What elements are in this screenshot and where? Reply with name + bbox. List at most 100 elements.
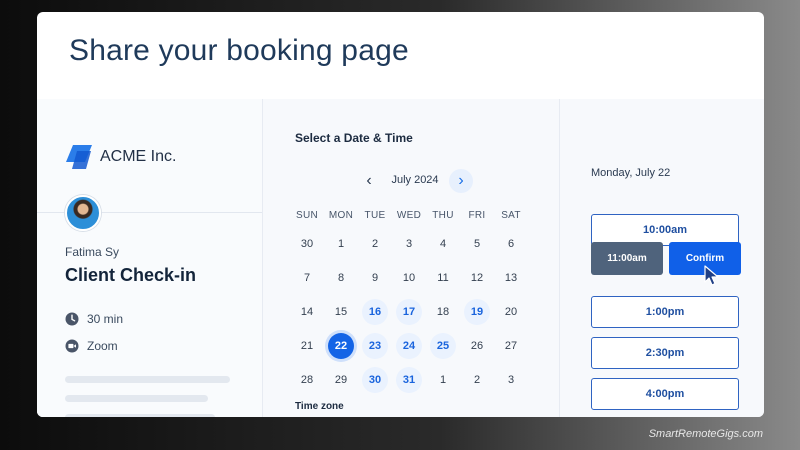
calendar-day: 3 [392,227,426,261]
calendar-day-number: 23 [362,333,388,359]
weekday-label: SAT [501,210,521,221]
calendar-day-number: 9 [371,272,379,284]
calendar-day-number: 15 [334,306,348,318]
calendar-day: 30 [290,227,324,261]
selected-time-slot[interactable]: 11:00am [591,242,663,275]
booking-widget: ACME Inc. Fatima Sy Client Check-in 30 m… [37,99,764,417]
calendar-day-number: 8 [337,272,345,284]
calendar-day[interactable]: 24 [392,329,426,363]
weekday-label: SUN [295,210,318,221]
calendar-day: 6 [494,227,528,261]
calendar-day-number: 17 [396,299,422,325]
calendar-day: 9 [358,261,392,295]
calendar-day: 26 [460,329,494,363]
calendar-day-number: 1 [439,374,447,386]
calendar-day: 20 [494,295,528,329]
calendar-day: 13 [494,261,528,295]
calendar-day-selected[interactable]: 22 [324,329,358,363]
calendar-day-number: 31 [396,367,422,393]
time-slot-button[interactable]: 2:30pm [591,337,739,369]
calendar-day-number: 28 [300,374,314,386]
weekday-header: SUN MON TUE WED THU FRI SAT [290,210,528,221]
page-title: Share your booking page [69,34,409,67]
calendar-day[interactable]: 30 [358,363,392,397]
calendar-day: 12 [460,261,494,295]
prev-month-button[interactable]: ‹ [357,169,381,193]
weekday-label: THU [432,210,454,221]
weekday-label: MON [328,210,354,221]
calendar-day-number: 20 [504,306,518,318]
calendar-day: 15 [324,295,358,329]
calendar-day-number: 25 [430,333,456,359]
calendar-day: 3 [494,363,528,397]
duration-text: 30 min [87,312,124,326]
calendar-day-number: 29 [334,374,348,386]
calendar-day-number: 1 [337,238,345,250]
calendar-day-number: 26 [470,340,484,352]
calendar-day: 1 [426,363,460,397]
time-slot-button[interactable]: 4:00pm [591,378,739,410]
placeholder-line [65,395,208,402]
calendar-day[interactable]: 19 [460,295,494,329]
host-name: Fatima Sy [65,245,120,259]
calendar-day-number: 3 [405,238,413,250]
calendar-day: 5 [460,227,494,261]
date-picker-panel: Select a Date & Time ‹ July 2024 › SUN MO… [263,99,560,417]
location-text: Zoom [87,339,118,353]
calendar-day: 21 [290,329,324,363]
calendar-day[interactable]: 23 [358,329,392,363]
event-details-panel: ACME Inc. Fatima Sy Client Check-in 30 m… [37,99,263,417]
chevron-right-icon: › [458,172,464,189]
calendar-day: 8 [324,261,358,295]
calendar-day: 27 [494,329,528,363]
duration-row: 30 min [65,312,123,326]
time-slot-button[interactable]: 1:00pm [591,296,739,328]
weekday-label: WED [396,210,422,221]
clock-icon [65,312,79,326]
next-month-button[interactable]: › [449,169,473,193]
calendar-day: 2 [460,363,494,397]
video-camera-icon [65,339,79,353]
placeholder-line [65,376,230,383]
calendar-day-number: 12 [470,272,484,284]
month-navigation: ‹ July 2024 › [295,167,519,195]
company-logo: ACME Inc. [65,144,176,170]
calendar-day: 7 [290,261,324,295]
location-row: Zoom [65,339,118,353]
section-title: Select a Date & Time [295,131,413,145]
calendar-day-number: 2 [473,374,481,386]
calendar-day-number: 27 [504,340,518,352]
calendar-day-number: 22 [328,333,354,359]
weekday-label: TUE [364,210,386,221]
calendar-day-number: 24 [396,333,422,359]
calendar-day[interactable]: 17 [392,295,426,329]
calendar-grid: 30 1 2 3 4 5 6 7 8 9 10 11 12 13 14 15 16 17 18 19 20 21 22 23 2… [290,227,528,397]
calendar-day-number: 5 [473,238,481,250]
calendar-day-number: 14 [300,306,314,318]
calendar-day-number: 6 [507,238,515,250]
calendar-day: 28 [290,363,324,397]
calendar-day-number: 7 [303,272,311,284]
calendar-day[interactable]: 25 [426,329,460,363]
calendar-day: 10 [392,261,426,295]
calendar-day-number: 19 [464,299,490,325]
calendar-day: 18 [426,295,460,329]
time-slots-panel: Monday, July 22 10:00am 11:00am Confirm … [560,99,764,417]
acme-logo-icon [66,145,92,169]
calendar-day-number: 13 [504,272,518,284]
watermark: SmartRemoteGigs.com [648,428,763,440]
placeholder-line [65,414,215,417]
calendar-day-number: 10 [402,272,416,284]
calendar-day: 11 [426,261,460,295]
calendar-day-number: 4 [439,238,447,250]
timezone-label: Time zone [295,401,344,412]
calendar-day: 29 [324,363,358,397]
calendar-day-number: 16 [362,299,388,325]
booking-card: Share your booking page ACME Inc. Fatima… [37,12,764,417]
calendar-day-number: 21 [300,340,314,352]
calendar-day[interactable]: 16 [358,295,392,329]
calendar-day[interactable]: 31 [392,363,426,397]
calendar-day-number: 3 [507,374,515,386]
chevron-left-icon: ‹ [366,172,372,189]
calendar-day-number: 11 [437,272,449,284]
